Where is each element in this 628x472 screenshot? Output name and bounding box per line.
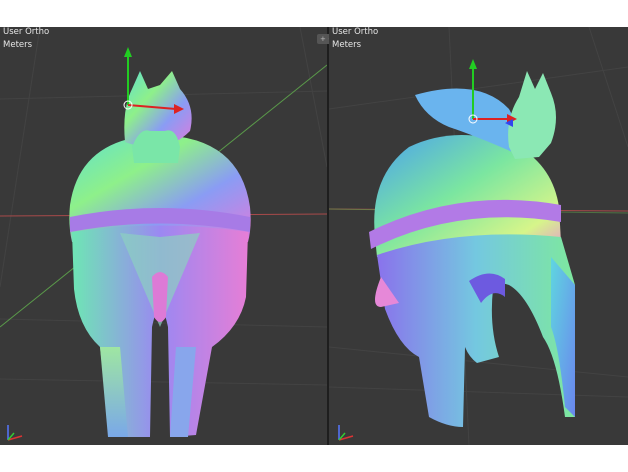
axis-gizmo-icon	[338, 425, 354, 441]
viewport-right-scene	[329, 27, 628, 445]
editor-frame: User Ortho Meters + + User Ortho Meters	[0, 27, 628, 445]
units-label: Meters	[3, 40, 33, 50]
viewport-left-scene	[0, 27, 327, 441]
units-label: Meters	[332, 40, 362, 50]
viewport-right[interactable]: User Ortho Meters	[329, 27, 628, 445]
view-name-label: User Ortho	[332, 27, 379, 37]
helmet-model-side[interactable]	[369, 71, 575, 427]
view-name-label: User Ortho	[3, 27, 50, 37]
viewport-left[interactable]: User Ortho Meters	[0, 27, 327, 445]
axis-gizmo-icon	[7, 425, 23, 441]
